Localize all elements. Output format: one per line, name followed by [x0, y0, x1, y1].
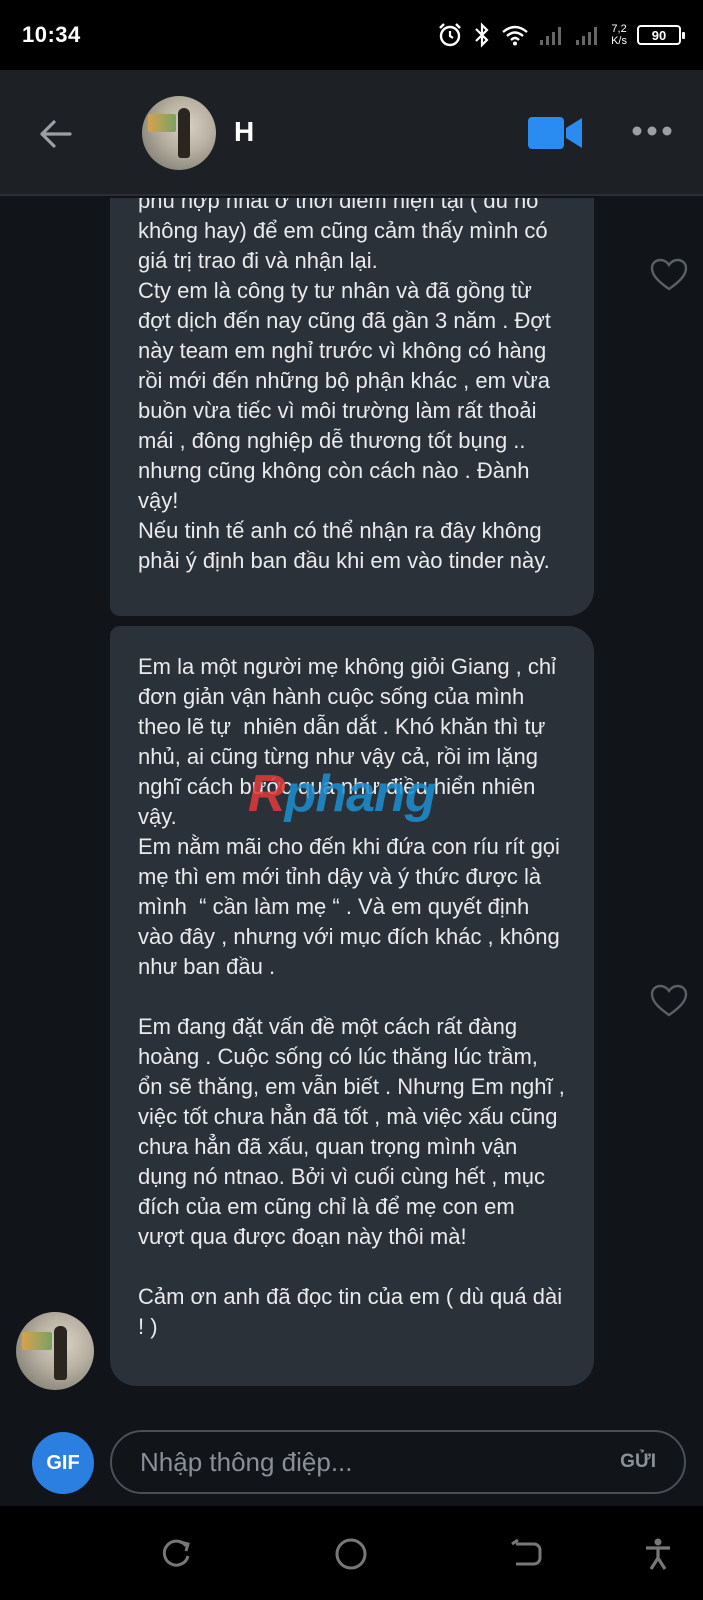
message-bubble[interactable]: Em la một người mẹ không giỏi Giang , ch… — [110, 626, 594, 1386]
watermark: Rphang — [248, 764, 437, 824]
avatar-figure — [54, 1326, 67, 1380]
watermark-first: R — [248, 765, 286, 823]
watermark-rest: phang — [284, 765, 437, 823]
signal-2-icon — [576, 27, 598, 45]
message-composer: GIF Nhập thông điệp... GỬI — [0, 1420, 703, 1506]
gif-label: GIF — [46, 1451, 80, 1474]
network-speed-value: 7,2 — [611, 23, 627, 35]
network-speed: 7,2 K/s — [611, 23, 627, 47]
status-icons: 7,2 K/s 90 — [437, 22, 685, 48]
alarm-icon — [439, 23, 461, 47]
message-list[interactable]: phù hợp nhất ở thời điểm hiện tại ( dù n… — [0, 198, 703, 1420]
network-speed-unit: K/s — [611, 35, 627, 47]
message-bubble[interactable]: phù hợp nhất ở thời điểm hiện tại ( dù n… — [110, 198, 594, 616]
home-icon[interactable] — [333, 1536, 369, 1572]
battery-indicator: 90 — [637, 25, 685, 45]
arrow-left-icon[interactable] — [36, 114, 76, 154]
contact-avatar[interactable] — [142, 96, 216, 170]
chat-header: H — [0, 70, 703, 196]
contact-name[interactable]: H — [234, 116, 254, 148]
signal-1-icon — [540, 27, 562, 45]
battery-level: 90 — [651, 27, 667, 43]
gif-button[interactable]: GIF — [32, 1432, 94, 1494]
avatar-painting — [148, 114, 176, 132]
sender-avatar[interactable] — [16, 1312, 94, 1390]
heart-icon[interactable] — [650, 984, 688, 1018]
avatar-painting — [22, 1332, 52, 1350]
back-icon[interactable] — [508, 1536, 544, 1572]
message-placeholder: Nhập thông điệp... — [140, 1446, 353, 1477]
status-bar: 10:34 7,2 K/s 90 — [0, 0, 703, 70]
bluetooth-icon — [475, 22, 489, 48]
accessibility-icon[interactable] — [640, 1536, 676, 1572]
recent-apps-icon[interactable] — [158, 1536, 194, 1572]
heart-icon[interactable] — [650, 258, 688, 292]
status-time: 10:34 — [22, 22, 81, 47]
avatar-figure — [178, 108, 190, 158]
more-dots-icon[interactable] — [632, 124, 672, 138]
message-input[interactable]: Nhập thông điệp... GỬI — [110, 1430, 686, 1494]
system-nav-bar — [0, 1506, 703, 1600]
send-button[interactable]: GỬI — [620, 1451, 656, 1473]
video-camera-icon[interactable] — [528, 116, 582, 150]
wifi-icon — [502, 25, 528, 46]
